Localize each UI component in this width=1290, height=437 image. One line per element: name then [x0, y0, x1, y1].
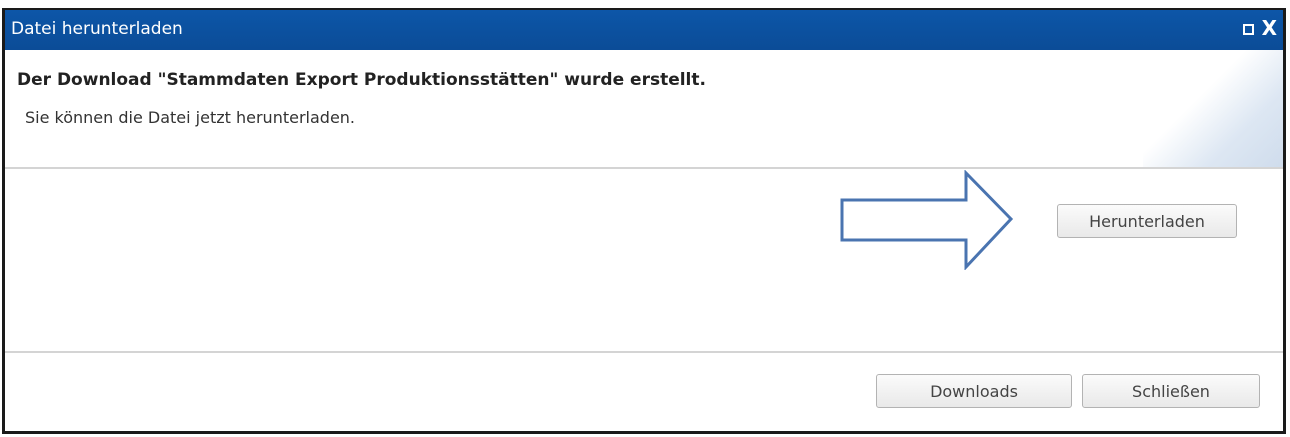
dialog-headline: Der Download "Stammdaten Export Produkti…	[17, 70, 706, 90]
footer-divider	[5, 351, 1283, 353]
downloads-button[interactable]: Downloads	[876, 374, 1072, 408]
arrow-right-icon	[840, 170, 1014, 270]
dialog-subline: Sie können die Datei jetzt herunterladen…	[25, 108, 356, 127]
header-decoration	[1143, 50, 1283, 167]
dialog-title: Datei herunterladen	[11, 19, 183, 39]
header-divider	[5, 167, 1283, 169]
close-icon[interactable]: X	[1262, 18, 1277, 38]
download-button[interactable]: Herunterladen	[1057, 204, 1237, 238]
close-button[interactable]: Schließen	[1082, 374, 1260, 408]
dialog-header: Der Download "Stammdaten Export Produkti…	[5, 50, 1283, 167]
background-strip	[0, 0, 1290, 8]
maximize-icon[interactable]	[1242, 23, 1254, 35]
download-dialog: Datei herunterladen X Der Download "Stam…	[2, 8, 1286, 434]
dialog-titlebar[interactable]: Datei herunterladen X	[5, 10, 1283, 50]
window-controls: X	[1242, 18, 1277, 38]
